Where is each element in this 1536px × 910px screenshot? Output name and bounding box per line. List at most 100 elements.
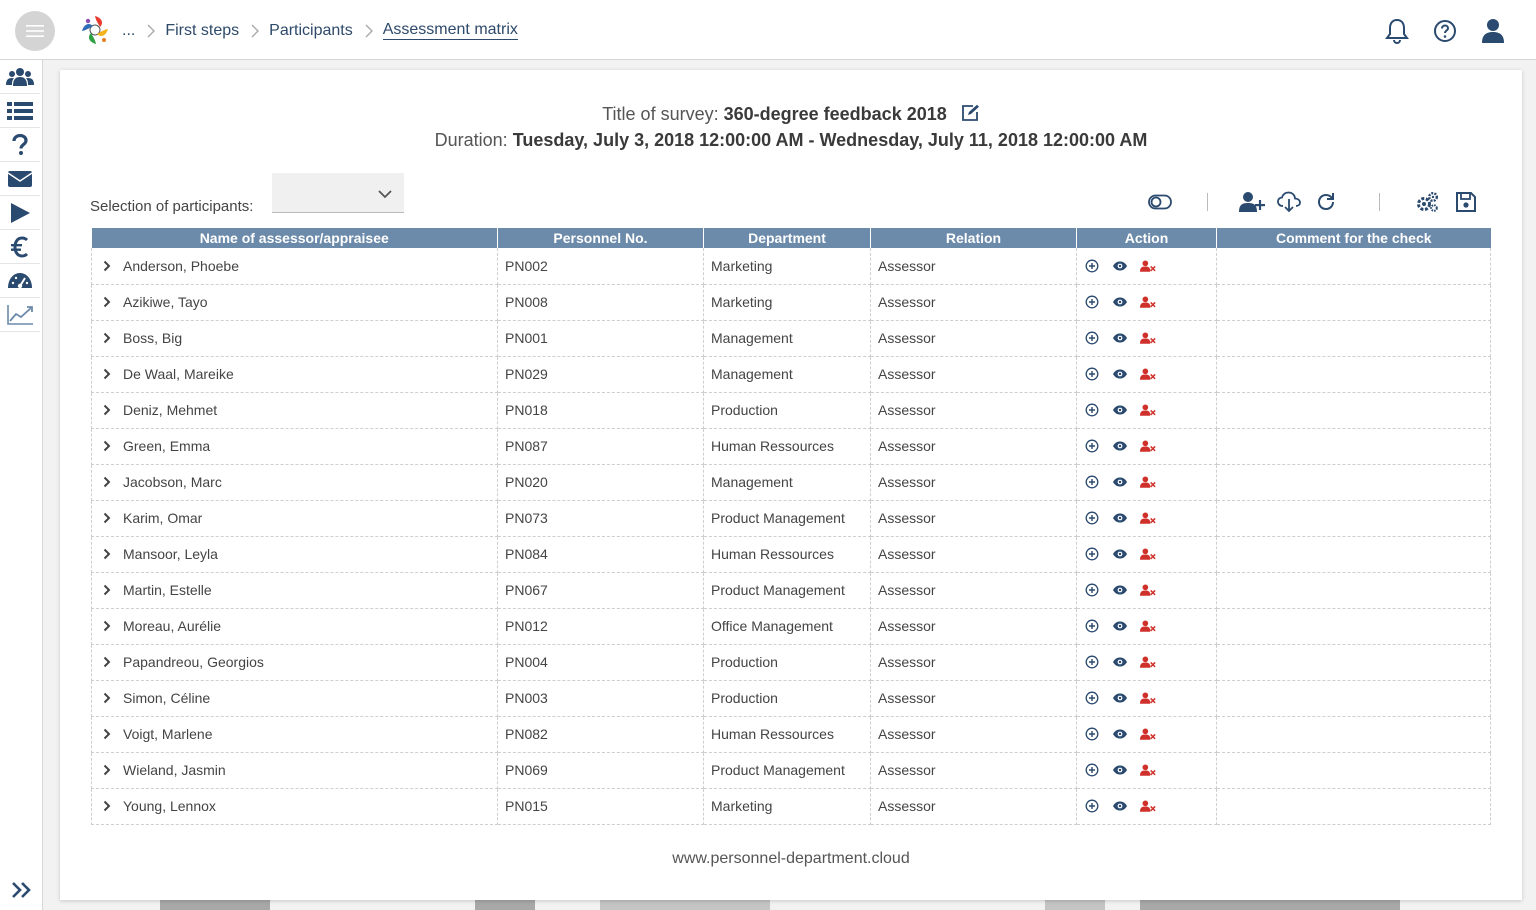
breadcrumb-ellipsis[interactable]: ... <box>122 22 135 40</box>
column-header-department[interactable]: Department <box>703 228 871 248</box>
table-row[interactable]: Mansoor, Leyla PN084 Human Ressources Asses… <box>91 536 1491 573</box>
chevron-right-icon[interactable] <box>99 656 115 668</box>
remove-user-icon[interactable] <box>1140 762 1156 778</box>
remove-user-icon[interactable] <box>1140 654 1156 670</box>
chevron-right-icon[interactable] <box>99 476 115 488</box>
column-header-name[interactable]: Name of assessor/appraisee <box>91 228 498 248</box>
sidebar-item-help[interactable] <box>0 128 40 162</box>
add-circle-icon[interactable] <box>1084 690 1100 706</box>
comment-cell[interactable] <box>1216 428 1491 465</box>
eye-icon[interactable] <box>1112 510 1128 526</box>
remove-user-icon[interactable] <box>1140 582 1156 598</box>
remove-user-icon[interactable] <box>1140 474 1156 490</box>
sidebar-item-dashboard[interactable] <box>0 264 40 298</box>
comment-cell[interactable] <box>1216 320 1491 357</box>
add-circle-icon[interactable] <box>1084 438 1100 454</box>
chevron-right-icon[interactable] <box>99 332 115 344</box>
sidebar-expand-button[interactable] <box>0 874 43 906</box>
column-header-personnel-no[interactable]: Personnel No. <box>497 228 704 248</box>
chevron-right-icon[interactable] <box>99 728 115 740</box>
remove-user-icon[interactable] <box>1140 294 1156 310</box>
chevron-right-icon[interactable] <box>99 440 115 452</box>
eye-icon[interactable] <box>1112 546 1128 562</box>
eye-icon[interactable] <box>1112 726 1128 742</box>
breadcrumb-assessment-matrix[interactable]: Assessment matrix <box>382 21 518 40</box>
comment-cell[interactable] <box>1216 392 1491 429</box>
sidebar-item-billing[interactable] <box>0 230 40 264</box>
add-circle-icon[interactable] <box>1084 366 1100 382</box>
chevron-right-icon[interactable] <box>99 296 115 308</box>
eye-icon[interactable] <box>1112 798 1128 814</box>
sidebar-item-list[interactable] <box>0 94 40 128</box>
eye-icon[interactable] <box>1112 438 1128 454</box>
add-circle-icon[interactable] <box>1084 618 1100 634</box>
comment-cell[interactable] <box>1216 464 1491 501</box>
remove-user-icon[interactable] <box>1140 330 1156 346</box>
comment-cell[interactable] <box>1216 752 1491 789</box>
table-row[interactable]: Papandreou, Georgios PN004 Production Asses… <box>91 644 1491 681</box>
toggle-view-button[interactable] <box>1147 190 1173 214</box>
add-user-button[interactable] <box>1239 190 1265 214</box>
add-circle-icon[interactable] <box>1084 726 1100 742</box>
chevron-right-icon[interactable] <box>99 512 115 524</box>
table-row[interactable]: Anderson, Phoebe PN002 Marketing Assessor <box>91 248 1491 285</box>
remove-user-icon[interactable] <box>1140 258 1156 274</box>
comment-cell[interactable] <box>1216 680 1491 717</box>
column-header-relation[interactable]: Relation <box>870 228 1077 248</box>
table-row[interactable]: Boss, Big PN001 Management Assessor <box>91 320 1491 357</box>
footer-url[interactable]: www.personnel-department.cloud <box>60 850 1522 868</box>
chevron-right-icon[interactable] <box>99 404 115 416</box>
eye-icon[interactable] <box>1112 366 1128 382</box>
app-logo[interactable] <box>78 13 112 47</box>
chevron-right-icon[interactable] <box>99 692 115 704</box>
breadcrumb-first-steps[interactable]: First steps <box>165 22 239 40</box>
remove-user-icon[interactable] <box>1140 438 1156 454</box>
chevron-right-icon[interactable] <box>99 764 115 776</box>
save-button[interactable] <box>1453 190 1479 214</box>
eye-icon[interactable] <box>1112 690 1128 706</box>
remove-user-icon[interactable] <box>1140 402 1156 418</box>
remove-user-icon[interactable] <box>1140 510 1156 526</box>
table-row[interactable]: Voigt, Marlene PN082 Human Ressources Asses… <box>91 716 1491 753</box>
comment-cell[interactable] <box>1216 716 1491 753</box>
eye-icon[interactable] <box>1112 618 1128 634</box>
remove-user-icon[interactable] <box>1140 618 1156 634</box>
comment-cell[interactable] <box>1216 608 1491 645</box>
participant-selection-dropdown[interactable] <box>272 173 404 213</box>
table-row[interactable]: Simon, Céline PN003 Production Assessor <box>91 680 1491 717</box>
comment-cell[interactable] <box>1216 500 1491 537</box>
table-row[interactable]: Deniz, Mehmet PN018 Production Assessor <box>91 392 1491 429</box>
add-circle-icon[interactable] <box>1084 402 1100 418</box>
chevron-right-icon[interactable] <box>99 548 115 560</box>
hamburger-menu-button[interactable] <box>15 11 55 51</box>
chevron-right-icon[interactable] <box>99 260 115 272</box>
sidebar-item-messages[interactable] <box>0 162 40 196</box>
add-circle-icon[interactable] <box>1084 474 1100 490</box>
chevron-right-icon[interactable] <box>99 584 115 596</box>
chevron-right-icon[interactable] <box>99 368 115 380</box>
comment-cell[interactable] <box>1216 248 1491 285</box>
table-row[interactable]: Green, Emma PN087 Human Ressources Assessor <box>91 428 1491 465</box>
chevron-right-icon[interactable] <box>99 800 115 812</box>
eye-icon[interactable] <box>1112 402 1128 418</box>
comment-cell[interactable] <box>1216 572 1491 609</box>
sidebar-item-start[interactable] <box>0 196 40 230</box>
breadcrumb-participants[interactable]: Participants <box>269 22 353 40</box>
eye-icon[interactable] <box>1112 474 1128 490</box>
table-row[interactable]: Azikiwe, Tayo PN008 Marketing Assessor <box>91 284 1491 321</box>
table-row[interactable]: De Waal, Mareike PN029 Management Assessor <box>91 356 1491 393</box>
remove-user-icon[interactable] <box>1140 726 1156 742</box>
add-circle-icon[interactable] <box>1084 294 1100 310</box>
eye-icon[interactable] <box>1112 654 1128 670</box>
comment-cell[interactable] <box>1216 356 1491 393</box>
eye-icon[interactable] <box>1112 762 1128 778</box>
remove-user-icon[interactable] <box>1140 546 1156 562</box>
eye-icon[interactable] <box>1112 294 1128 310</box>
eye-icon[interactable] <box>1112 330 1128 346</box>
table-row[interactable]: Karim, Omar PN073 Product Management Assess… <box>91 500 1491 537</box>
column-header-comment[interactable]: Comment for the check <box>1216 228 1491 248</box>
table-row[interactable]: Jacobson, Marc PN020 Management Assessor <box>91 464 1491 501</box>
sidebar-item-statistics[interactable] <box>0 298 40 332</box>
settings-button[interactable] <box>1414 190 1440 214</box>
sidebar-item-participants[interactable] <box>0 60 40 94</box>
